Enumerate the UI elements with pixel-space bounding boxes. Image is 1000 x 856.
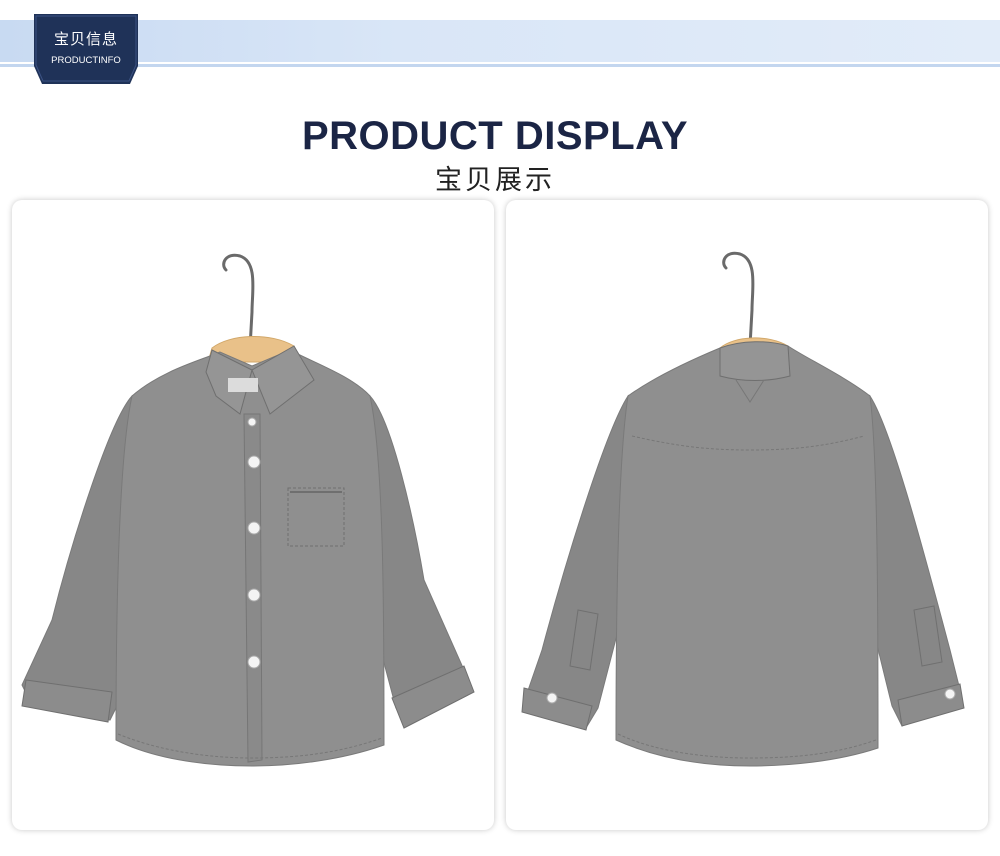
badge-shape [34,14,138,84]
product-front-view [12,200,494,830]
badge-title-cn: 宝贝信息 [53,30,118,48]
badge-title-en: PRODUCTINFO [51,55,121,66]
shirt-front-image [21,253,475,767]
header-banner [0,20,1000,62]
section-title-cn: 宝贝展示 [435,165,555,196]
product-info-badge: 宝贝信息 PRODUCTINFO [34,14,138,84]
header-divider [0,64,1000,67]
shirt-back-image [521,251,965,767]
product-back-view [506,200,988,830]
section-title-en: PRODUCT DISPLAY [301,114,689,158]
